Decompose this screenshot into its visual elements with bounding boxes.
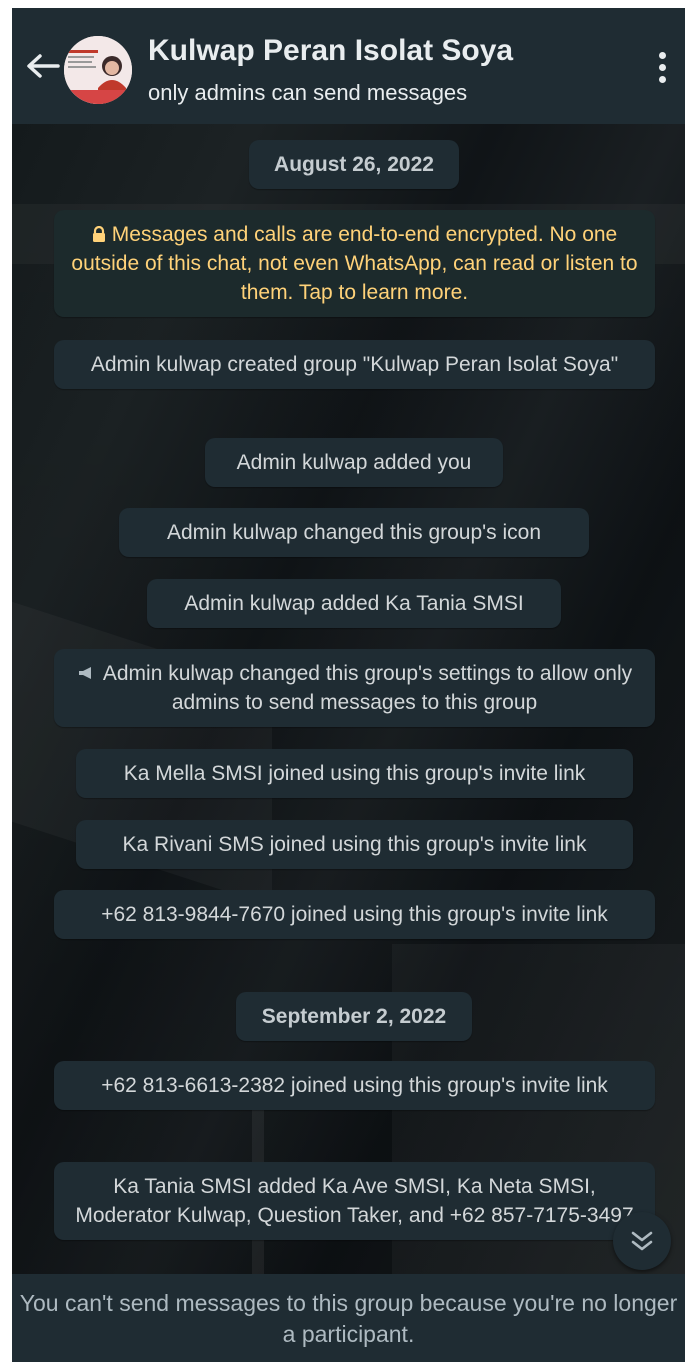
group-name[interactable]: Kulwap Peran Isolat Soya: [148, 34, 513, 68]
group-avatar[interactable]: [64, 36, 132, 104]
not-participant-notice: You can't send messages to this group be…: [12, 1274, 685, 1362]
system-message: Admin kulwap added you: [205, 438, 503, 487]
lock-icon: [92, 226, 105, 242]
chat-screen: Kulwap Peran Isolat Soya only admins can…: [12, 8, 685, 1362]
encryption-notice[interactable]: Messages and calls are end-to-end encryp…: [54, 210, 655, 317]
message-list[interactable]: August 26, 2022 Messages and calls are e…: [12, 124, 685, 1274]
scroll-to-bottom-button[interactable]: [613, 1212, 671, 1270]
system-message: Admin kulwap changed this group's icon: [119, 508, 589, 557]
system-message: +62 813-6613-2382 joined using this grou…: [54, 1061, 655, 1110]
group-subtitle: only admins can send messages: [148, 80, 468, 105]
group-avatar-image: [64, 36, 132, 104]
megaphone-icon: [78, 667, 91, 679]
encryption-text: Messages and calls are end-to-end encryp…: [71, 223, 638, 304]
settings-change-text: Admin kulwap changed this group's settin…: [102, 662, 633, 714]
system-message: +62 813-9844-7670 joined using this grou…: [54, 890, 655, 939]
double-chevron-down-icon: [631, 1231, 653, 1251]
chat-header: Kulwap Peran Isolat Soya only admins can…: [12, 8, 685, 124]
system-message: Admin kulwap added Ka Tania SMSI: [147, 579, 561, 628]
system-message: Ka Rivani SMS joined using this group's …: [76, 820, 633, 869]
system-message: Admin kulwap created group "Kulwap Peran…: [54, 340, 655, 389]
system-message: Ka Mella SMSI joined using this group's …: [76, 749, 633, 798]
date-separator: August 26, 2022: [249, 140, 459, 189]
more-vertical-icon[interactable]: [657, 52, 667, 88]
arrow-left-icon[interactable]: [26, 54, 60, 78]
settings-change-message: Admin kulwap changed this group's settin…: [54, 649, 655, 727]
system-message: Ka Tania SMSI added Ka Ave SMSI, Ka Neta…: [54, 1162, 655, 1240]
date-separator: September 2, 2022: [236, 992, 472, 1041]
